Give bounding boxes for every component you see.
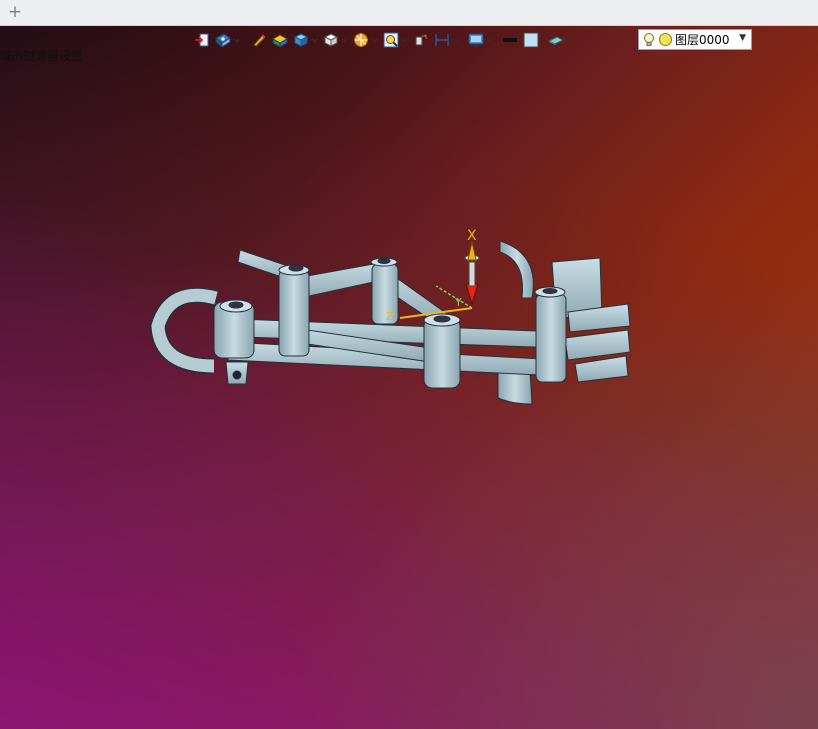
y-axis-label: Y <box>454 296 462 309</box>
cad-model-assembly[interactable]: X Y Z <box>0 26 818 729</box>
tab-bar: + <box>0 0 818 26</box>
3d-viewport[interactable]: 域的过滤器设置 图层0000 ▼ X Y Z <box>0 26 818 729</box>
x-axis-label: X <box>467 228 477 244</box>
z-axis-label: Z <box>386 310 394 323</box>
add-tab-button[interactable]: + <box>6 3 24 21</box>
